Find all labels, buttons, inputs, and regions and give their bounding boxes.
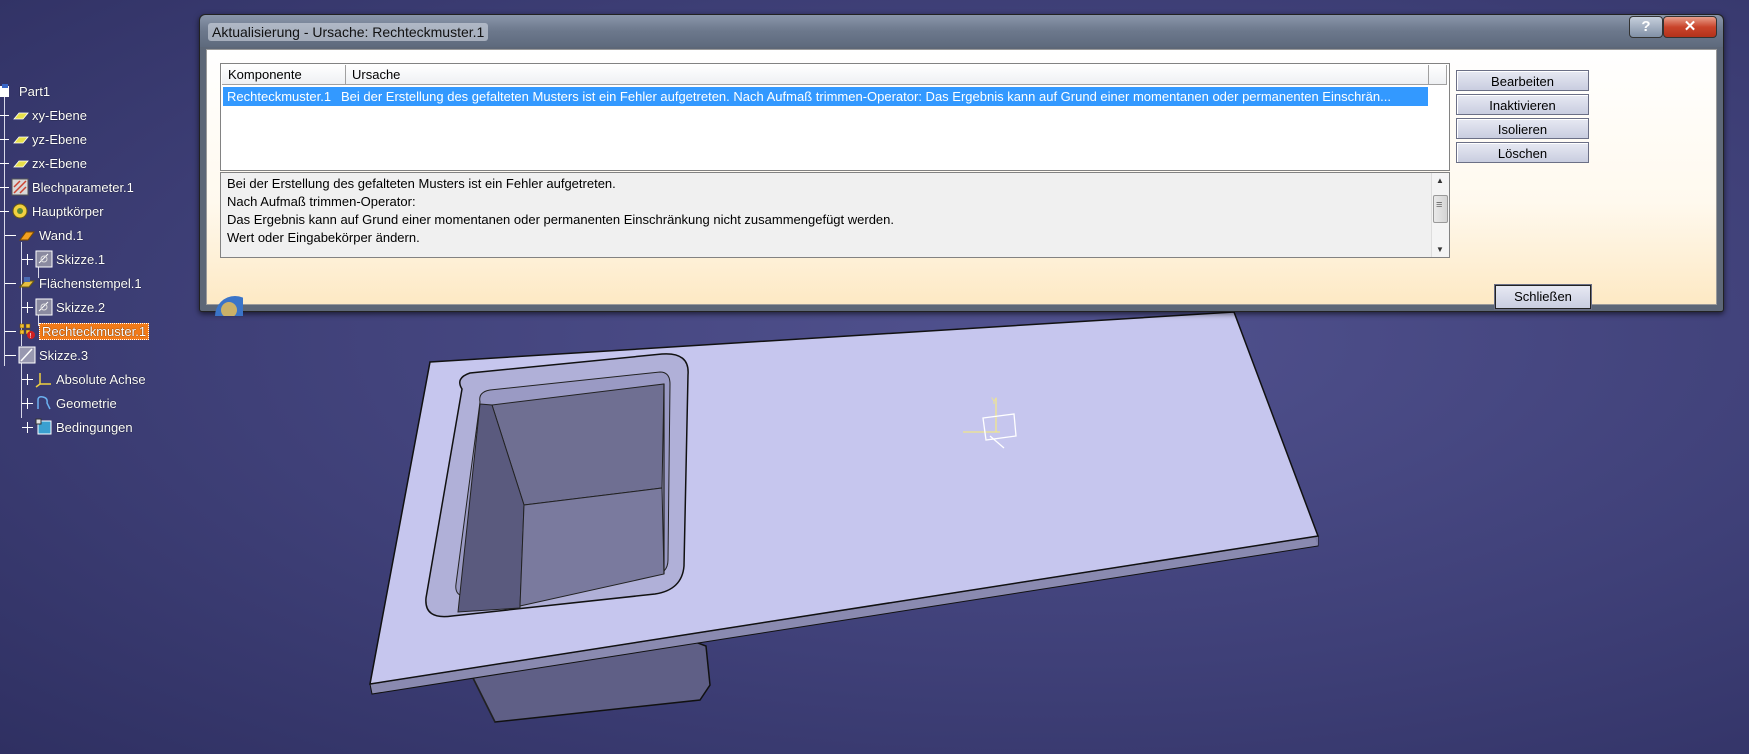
body-icon (11, 202, 29, 220)
plane-icon (11, 154, 29, 172)
svg-text:!: ! (30, 333, 32, 340)
close-dialog-button[interactable]: Schließen (1494, 284, 1592, 310)
tree-item-label: Absolute Achse (56, 371, 146, 387)
tree-item-label: Blechparameter.1 (32, 179, 134, 195)
tree-item-surface-stamp[interactable]: Flächenstempel.1 (5, 272, 142, 294)
edit-button[interactable]: Bearbeiten (1456, 70, 1589, 91)
tree-item-wall[interactable]: Wand.1 (5, 224, 83, 246)
tree-item-sketch-1[interactable]: Skizze.1 (22, 248, 105, 270)
details-line: Bei der Erstellung des gefalteten Muster… (227, 176, 616, 191)
delete-button[interactable]: Löschen (1456, 142, 1589, 163)
part-icon (0, 82, 16, 100)
tree-item-sketch-3[interactable]: Skizze.3 (5, 344, 88, 366)
surface-stamp-feature[interactable] (425, 353, 689, 618)
sketch-icon (35, 250, 53, 268)
dialog-content: Komponente Ursache Rechteckmuster.1 Bei … (206, 49, 1717, 316)
row-cause: Bei der Erstellung des gefalteten Muster… (341, 89, 1391, 104)
update-diagnosis-dialog[interactable]: Aktualisierung - Ursache: Rechteckmuster… (199, 14, 1724, 316)
details-line: Nach Aufmaß trimmen-Operator: (227, 194, 416, 209)
tree-item-label: Flächenstempel.1 (39, 275, 142, 291)
dialog-titlebar[interactable]: Aktualisierung - Ursache: Rechteckmuster… (200, 15, 1723, 47)
tree-item-yz-plane[interactable]: yz-Ebene (0, 128, 87, 150)
specification-tree[interactable]: Part1 xy-Ebene yz-Ebene zx-Ebene Blechpa… (0, 78, 180, 498)
tree-item-label: yz-Ebene (32, 131, 87, 147)
axis-system-icon (35, 370, 53, 388)
tree-item-absolute-axis[interactable]: Absolute Achse (22, 368, 146, 390)
tree-item-label: Skizze.2 (56, 299, 106, 315)
dialog-title: Aktualisierung - Ursache: Rechteckmuster… (208, 23, 489, 41)
collapse-icon[interactable] (5, 278, 16, 289)
expand-icon[interactable] (22, 373, 33, 385)
tree-item-label: Part1 (19, 83, 51, 99)
collapse-icon[interactable] (5, 350, 16, 361)
tree-item-main-body[interactable]: Hauptkörper (0, 200, 104, 222)
tree-item-xy-plane[interactable]: xy-Ebene (0, 104, 87, 126)
expand-icon[interactable] (22, 253, 33, 265)
constraints-icon (35, 418, 53, 436)
expand-icon[interactable] (22, 301, 33, 313)
help-button[interactable]: ? (1629, 16, 1663, 38)
tree-item-geometry[interactable]: Geometrie (22, 392, 117, 414)
surface-stamp-icon (18, 274, 36, 292)
svg-text:Y: Y (991, 396, 997, 406)
plane-icon (11, 130, 29, 148)
tree-item-label: zx-Ebene (32, 155, 87, 171)
plane-icon (11, 106, 29, 124)
sketch-icon (18, 346, 36, 364)
details-line: Wert oder Eingabekörper ändern. (227, 230, 420, 245)
tree-item-rectangular-pattern[interactable]: ! Rechteckmuster.1 (5, 320, 150, 342)
scroll-down-arrow-icon[interactable]: ▼ (1436, 245, 1444, 254)
wall-icon (18, 226, 36, 244)
tree-item-part1[interactable]: Part1 (0, 80, 50, 102)
collapse-icon[interactable] (5, 230, 16, 241)
scrollbar-thumb[interactable] (1433, 195, 1448, 223)
row-component: Rechteckmuster.1 (227, 89, 332, 104)
tree-item-sheetmetal-parameters[interactable]: Blechparameter.1 (0, 176, 134, 198)
tree-item-label: Rechteckmuster.1 (39, 322, 150, 340)
tree-item-label: Geometrie (56, 395, 117, 411)
column-header-spacer (1429, 65, 1447, 85)
tree-item-label: Skizze.3 (39, 347, 89, 363)
tree-item-label: Bedingungen (56, 419, 133, 435)
sheetmetal-parameters-icon (11, 178, 29, 196)
details-scrollbar[interactable]: ▲ ▼ (1431, 173, 1449, 257)
window-close-button[interactable]: ✕ (1663, 16, 1717, 38)
tree-item-label: Skizze.1 (56, 251, 106, 267)
tree-item-label: xy-Ebene (32, 107, 87, 123)
isolate-button[interactable]: Isolieren (1456, 118, 1589, 139)
column-header-component[interactable]: Komponente (222, 65, 346, 85)
expand-icon[interactable] (22, 421, 33, 433)
expand-icon[interactable] (22, 397, 33, 409)
scroll-up-arrow-icon[interactable]: ▲ (1436, 176, 1444, 185)
tree-item-label: Hauptkörper (32, 203, 104, 219)
rectangular-pattern-icon: ! (18, 322, 36, 340)
deactivate-button[interactable]: Inaktivieren (1456, 94, 1589, 115)
tree-item-zx-plane[interactable]: zx-Ebene (0, 152, 87, 174)
details-line: Das Ergebnis kann auf Grund einer moment… (227, 212, 895, 227)
tree-item-sketch-2[interactable]: Skizze.2 (22, 296, 105, 318)
geometry-icon (35, 394, 53, 412)
sketch-icon (35, 298, 53, 316)
tree-item-constraints[interactable]: Bedingungen (22, 416, 133, 438)
error-details-text[interactable]: Bei der Erstellung des gefalteten Muster… (220, 172, 1450, 258)
column-header-cause[interactable]: Ursache (346, 65, 1429, 85)
table-row[interactable]: Rechteckmuster.1 Bei der Erstellung des … (223, 87, 1428, 106)
globe-icon (207, 286, 243, 316)
error-list[interactable]: Komponente Ursache Rechteckmuster.1 Bei … (220, 63, 1450, 171)
tree-item-label: Wand.1 (39, 227, 84, 243)
